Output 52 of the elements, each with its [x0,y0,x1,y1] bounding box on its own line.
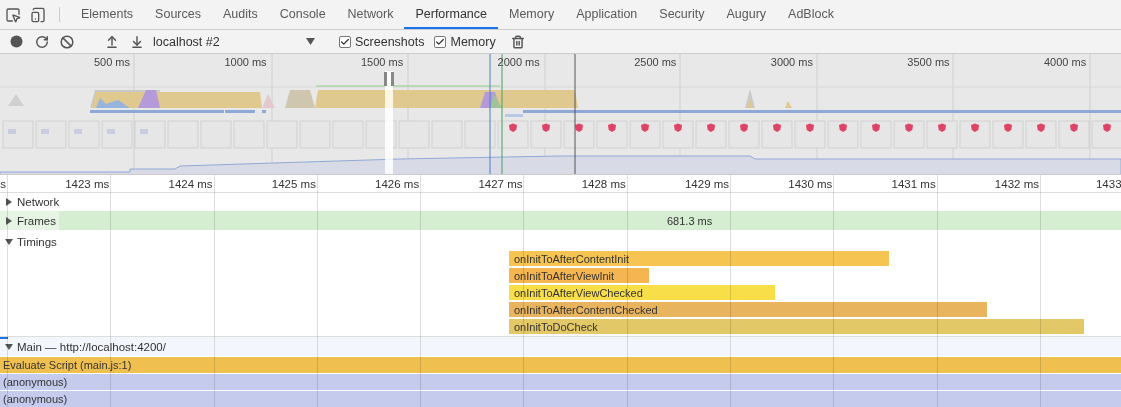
panel-tab[interactable]: AdBlock [777,0,845,29]
profile-select[interactable]: localhost #2 [149,31,319,52]
time-tick-label: 1424 ms [168,177,213,192]
flame-event[interactable]: (anonymous) [0,391,1121,407]
time-tick-label: 1429 ms [684,177,730,192]
collapsed-arrow-icon[interactable] [5,216,13,225]
time-tick-label: 1432 ms [994,177,1039,192]
panel-tab[interactable]: Sources [144,0,212,29]
panel-tab[interactable]: Memory [498,0,566,29]
timing-bar[interactable]: onInitToAfterContentInit [509,251,889,266]
time-tick-label: 1425 ms [271,177,316,192]
overview-tick-label: 500 ms [93,55,130,70]
time-tick-label: 1423 ms [65,177,110,192]
panel-tab[interactable]: Audits [211,0,269,29]
time-tick-label: 1433 [1095,177,1121,192]
checkbox-label: Memory [450,34,496,49]
timing-bar[interactable]: onInitToDoCheck [509,319,1084,334]
overview-tick-label: 1500 ms [361,55,404,70]
collapsed-arrow-icon[interactable] [5,198,13,206]
time-tick-label: 1430 ms [788,177,833,192]
panel-tab[interactable]: Elements [70,0,145,29]
frame-duration: 681.3 ms [667,214,713,227]
checkbox-label: Screenshots [355,34,425,49]
track-label[interactable]: Timings [17,236,57,248]
overview-tick-label: 2000 ms [497,55,540,70]
overview-tick-label: 3500 ms [907,55,950,70]
time-tick-label: s [0,177,6,192]
caret-icon [306,38,315,45]
overview-tick-label: 3000 ms [770,55,813,70]
overview-tick-label: 4000 ms [1043,55,1087,70]
checkbox[interactable] [434,35,447,48]
time-tick-label: 1428 ms [581,177,626,192]
expanded-arrow-icon[interactable] [5,238,13,246]
overview-tick-label: 2500 ms [634,55,677,70]
timing-bar[interactable]: onInitToAfterContentChecked [509,302,987,317]
overview-tick-label: 1000 ms [224,55,267,70]
time-tick-label: 1431 ms [891,177,936,192]
track-label[interactable]: Network [17,196,60,208]
panel-tab[interactable]: Application [565,0,649,29]
time-tick-label: 1426 ms [375,177,420,192]
thread-title[interactable]: Main — http://localhost:4200/ [17,340,166,353]
expanded-arrow-icon[interactable] [5,342,13,351]
flame-event[interactable]: (anonymous) [0,374,1121,390]
checkbox[interactable] [339,35,351,48]
flame-event[interactable]: Evaluate Script (main.js:1) [0,357,1121,373]
timing-bar[interactable]: onInitToAfterViewInit [509,268,649,283]
panel-tab[interactable]: Augury [715,0,778,29]
panel-tab[interactable]: Console [268,0,337,29]
panel-tab[interactable]: Security [648,0,716,29]
panel-tab[interactable]: Network [336,0,405,29]
timing-bar[interactable]: onInitToAfterViewChecked [509,285,775,300]
time-tick-label: 1427 ms [478,177,523,192]
